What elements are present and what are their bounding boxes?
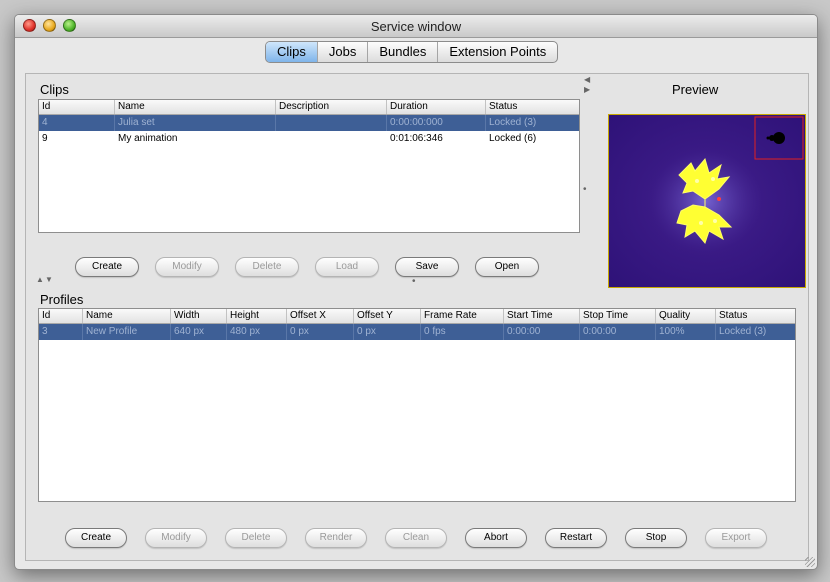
profiles-abort-button[interactable]: Abort: [465, 528, 527, 548]
profile-offset-x: 0 px: [287, 324, 354, 340]
clips-col-status[interactable]: Status: [486, 100, 579, 114]
clips-open-button[interactable]: Open: [475, 257, 539, 277]
profiles-delete-button[interactable]: Delete: [225, 528, 287, 548]
clips-section-title: Clips: [40, 82, 69, 97]
profiles-clean-button[interactable]: Clean: [385, 528, 447, 548]
horizontal-divider-grip-icon[interactable]: •: [412, 277, 416, 287]
clips-table[interactable]: Id Name Description Duration Status 4 Ju…: [38, 99, 580, 233]
title-bar[interactable]: Service window: [15, 15, 817, 38]
profile-start-time: 0:00:00: [504, 324, 580, 340]
vertical-divider-grip-icon[interactable]: •: [583, 185, 587, 195]
profiles-table-header: Id Name Width Height Offset X Offset Y F…: [39, 309, 795, 324]
clips-load-button[interactable]: Load: [315, 257, 379, 277]
clips-col-id[interactable]: Id: [39, 100, 115, 114]
profiles-col-width[interactable]: Width: [171, 309, 227, 323]
profile-id: 3: [39, 324, 83, 340]
profiles-section-title: Profiles: [40, 292, 84, 307]
clip-status: Locked (3): [489, 117, 537, 128]
profile-frame-rate: 0 fps: [421, 324, 504, 340]
window-title: Service window: [370, 19, 462, 34]
preview-title: Preview: [672, 82, 719, 97]
profiles-col-height[interactable]: Height: [227, 309, 287, 323]
clip-name: Julia set: [115, 115, 276, 131]
profiles-col-frame-rate[interactable]: Frame Rate: [421, 309, 504, 323]
tab-clips[interactable]: Clips: [266, 42, 318, 62]
preview-image: [608, 114, 806, 288]
profile-name: New Profile: [83, 324, 171, 340]
fractal-render: [645, 116, 804, 257]
profiles-col-status[interactable]: Status: [716, 309, 793, 323]
clips-save-button[interactable]: Save: [395, 257, 459, 277]
tab-extension-points[interactable]: Extension Points: [438, 42, 557, 62]
clips-col-duration[interactable]: Duration: [387, 100, 486, 114]
profile-quality: 100%: [656, 324, 716, 340]
clips-col-description[interactable]: Description: [276, 100, 387, 114]
profiles-col-quality[interactable]: Quality: [656, 309, 716, 323]
table-row[interactable]: 9 My animation 0:01:06:346 Locked (6): [39, 131, 579, 147]
clip-id: 9: [42, 133, 48, 144]
expand-down-arrow-icon[interactable]: ▼: [45, 276, 53, 284]
profiles-modify-button[interactable]: Modify: [145, 528, 207, 548]
profiles-export-button[interactable]: Export: [705, 528, 767, 548]
tab-jobs[interactable]: Jobs: [318, 42, 369, 62]
profile-stop-time: 0:00:00: [580, 324, 656, 340]
expand-right-arrow-icon[interactable]: ▶: [584, 86, 590, 94]
service-window: Service window Clips Jobs Bundles Extens…: [14, 14, 818, 570]
resize-grip-icon[interactable]: [805, 557, 815, 567]
clip-id: 4: [39, 115, 115, 131]
table-row[interactable]: 4 Julia set 0:00:00:000 Locked (3): [39, 115, 579, 131]
profiles-col-start-time[interactable]: Start Time: [504, 309, 580, 323]
profiles-table[interactable]: Id Name Width Height Offset X Offset Y F…: [38, 308, 796, 502]
profiles-col-name[interactable]: Name: [83, 309, 171, 323]
clips-delete-button[interactable]: Delete: [235, 257, 299, 277]
clip-description: [276, 131, 387, 147]
table-row[interactable]: 3 New Profile 640 px 480 px 0 px 0 px 0 …: [39, 324, 795, 340]
tab-bundles[interactable]: Bundles: [368, 42, 439, 62]
profiles-create-button[interactable]: Create: [65, 528, 127, 548]
profiles-col-offset-y[interactable]: Offset Y: [354, 309, 421, 323]
profile-width: 640 px: [171, 324, 227, 340]
profile-offset-y: 0 px: [354, 324, 421, 340]
profile-height: 480 px: [227, 324, 287, 340]
clips-create-button[interactable]: Create: [75, 257, 139, 277]
tab-content-panel: Clips Id Name Description Duration Statu…: [25, 73, 809, 561]
profile-status: Locked (3): [719, 326, 767, 337]
collapse-left-arrow-icon[interactable]: ◀: [584, 76, 590, 84]
tab-bar: Clips Jobs Bundles Extension Points: [265, 41, 559, 63]
profiles-restart-button[interactable]: Restart: [545, 528, 607, 548]
profiles-render-button[interactable]: Render: [305, 528, 367, 548]
clip-description: [276, 115, 387, 131]
clips-col-name[interactable]: Name: [115, 100, 276, 114]
profiles-stop-button[interactable]: Stop: [625, 528, 687, 548]
clip-status: Locked (6): [489, 133, 537, 144]
clips-modify-button[interactable]: Modify: [155, 257, 219, 277]
clip-duration: 0:00:00:000: [387, 115, 486, 131]
clips-table-header: Id Name Description Duration Status: [39, 100, 579, 115]
collapse-up-arrow-icon[interactable]: ▲: [36, 276, 44, 284]
profiles-col-offset-x[interactable]: Offset X: [287, 309, 354, 323]
clip-name: My animation: [118, 133, 178, 144]
profiles-col-stop-time[interactable]: Stop Time: [580, 309, 656, 323]
clip-duration: 0:01:06:346: [390, 133, 443, 144]
profiles-col-id[interactable]: Id: [39, 309, 83, 323]
